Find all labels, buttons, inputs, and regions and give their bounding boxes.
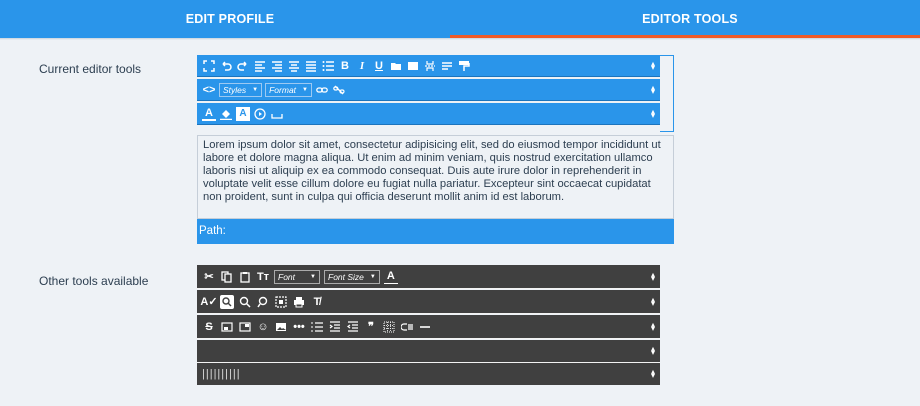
chevron-down-icon: ▼ xyxy=(310,273,316,280)
toolbar-drag-handle[interactable]: ▴ ▾ xyxy=(646,103,660,124)
play-icon[interactable] xyxy=(253,107,267,121)
toolbar-row-1[interactable]: B I U ▴ ▾ xyxy=(197,55,660,77)
separator-tools[interactable]: |||||||||| xyxy=(202,368,241,380)
outdent-icon[interactable] xyxy=(346,320,360,334)
space-icon[interactable] xyxy=(270,107,284,121)
text-color-icon[interactable]: A xyxy=(202,107,216,121)
horizontal-rule-icon[interactable] xyxy=(418,320,432,334)
available-toolbar-row-1[interactable]: ✂ Tт Font ▼ Font Size ▼ A ▴ ▾ xyxy=(197,265,660,289)
align-center-icon[interactable] xyxy=(287,59,301,73)
toolbar-row-2[interactable]: <> Styles ▼ Format ▼ ▴ ▾ xyxy=(197,79,660,101)
current-tools-label: Current editor tools xyxy=(39,62,142,76)
tab-edit-profile[interactable]: EDIT PROFILE xyxy=(0,0,460,38)
paragraph-icon[interactable] xyxy=(440,59,454,73)
text-color-icon[interactable]: A xyxy=(383,270,398,284)
search-icon[interactable] xyxy=(238,295,252,309)
bold-icon[interactable]: B xyxy=(338,59,352,73)
current-editor: B I U ▴ ▾ <> Styles ▼ Format ▼ ▴ ▾ A A ▴ ▾ Lo… xyxy=(197,55,674,244)
other-tools-label: Other tools available xyxy=(39,274,149,288)
indent-icon[interactable] xyxy=(328,320,342,334)
chevron-down-icon: ▼ xyxy=(252,86,259,93)
editor-frame xyxy=(660,55,674,132)
editor-path-bar: Path: xyxy=(197,219,674,244)
chevron-down-icon: ▼ xyxy=(302,86,308,93)
select-all-icon[interactable] xyxy=(274,295,288,309)
toolbar-drag-handle[interactable]: ▴ ▾ xyxy=(646,340,660,362)
available-toolbar-row-5[interactable]: |||||||||| ▴ ▾ xyxy=(197,363,660,385)
undo-icon[interactable] xyxy=(219,59,233,73)
available-toolbar-row-3[interactable]: S ☺ ••• ❞ ▴ ▾ xyxy=(197,315,660,339)
font-dropdown-label: Font xyxy=(278,271,296,282)
toolbar-drag-handle[interactable]: ▴ ▾ xyxy=(646,290,660,313)
link-icon[interactable] xyxy=(315,83,329,97)
find-icon[interactable] xyxy=(220,294,234,309)
font-size-icon[interactable]: Tт xyxy=(256,270,270,284)
source-code-icon[interactable]: <> xyxy=(202,83,216,97)
styles-dropdown[interactable]: Styles ▼ xyxy=(219,82,263,97)
styles-dropdown-label: Styles xyxy=(223,84,247,95)
tab-bar-shadow xyxy=(0,38,920,40)
underline-icon[interactable]: U xyxy=(372,59,386,73)
format-dropdown[interactable]: Format ▼ xyxy=(265,82,312,97)
tab-editor-tools[interactable]: EDITOR TOOLS xyxy=(460,0,920,38)
spellcheck-icon[interactable]: A✓ xyxy=(200,295,217,309)
italic-icon[interactable]: I xyxy=(355,59,369,73)
font-size-dropdown[interactable]: Font Size ▼ xyxy=(324,269,380,284)
replace-icon[interactable] xyxy=(256,295,270,309)
background-color-icon[interactable] xyxy=(219,107,233,121)
emoticons-icon[interactable]: ☺ xyxy=(256,320,270,334)
strikethrough-icon[interactable]: S xyxy=(202,320,216,334)
redo-icon[interactable] xyxy=(236,59,250,73)
print-icon[interactable] xyxy=(292,295,306,309)
toolbar-drag-handle[interactable]: ▴ ▾ xyxy=(646,79,660,100)
subscript-icon[interactable] xyxy=(220,320,234,334)
align-right-icon[interactable] xyxy=(270,59,284,73)
align-justify-icon[interactable] xyxy=(304,59,318,73)
folder-icon[interactable] xyxy=(389,59,403,73)
align-left-icon[interactable] xyxy=(253,59,267,73)
toolbar-drag-handle[interactable]: ▴ ▾ xyxy=(646,363,660,385)
chevron-down-icon: ▼ xyxy=(369,273,376,280)
table-icon[interactable] xyxy=(382,320,396,334)
paste-icon[interactable] xyxy=(238,270,252,284)
ltr-icon[interactable] xyxy=(400,320,414,334)
media-icon[interactable] xyxy=(406,59,420,73)
superscript-icon[interactable] xyxy=(238,320,252,334)
font-size-dropdown-label: Font Size xyxy=(328,271,364,282)
unlink-icon[interactable] xyxy=(332,83,346,97)
maximize-icon[interactable] xyxy=(202,59,216,73)
blockquote-icon[interactable]: ❞ xyxy=(364,320,378,334)
cut-icon[interactable]: ✂ xyxy=(202,270,216,284)
anchor-icon[interactable]: ••• xyxy=(292,320,306,334)
format-painter-icon[interactable] xyxy=(457,59,471,73)
toolbar-drag-handle[interactable]: ▴ ▾ xyxy=(646,265,660,288)
copy-icon[interactable] xyxy=(220,270,234,284)
clear-formatting-icon[interactable]: T̸ xyxy=(310,295,324,309)
available-toolbar-row-4[interactable]: ▴ ▾ xyxy=(197,340,660,363)
toolbar-drag-handle[interactable]: ▴ ▾ xyxy=(646,315,660,338)
font-dropdown[interactable]: Font ▼ xyxy=(274,269,320,284)
tab-bar: EDIT PROFILE EDITOR TOOLS xyxy=(0,0,920,38)
toolbar-drag-handle[interactable]: ▴ ▾ xyxy=(646,55,660,76)
image-icon[interactable] xyxy=(274,320,288,334)
bullet-list-icon[interactable] xyxy=(321,59,335,73)
numbered-list-icon[interactable] xyxy=(310,320,324,334)
editor-content[interactable]: Lorem ipsum dolor sit amet, consectetur … xyxy=(197,135,674,219)
available-toolbar-row-2[interactable]: A✓ T̸ ▴ ▾ xyxy=(197,290,660,314)
text-box-icon[interactable]: A xyxy=(236,106,250,121)
page-break-icon[interactable] xyxy=(423,59,437,73)
format-dropdown-label: Format xyxy=(269,84,297,95)
toolbar-row-3[interactable]: A A ▴ ▾ xyxy=(197,103,660,125)
